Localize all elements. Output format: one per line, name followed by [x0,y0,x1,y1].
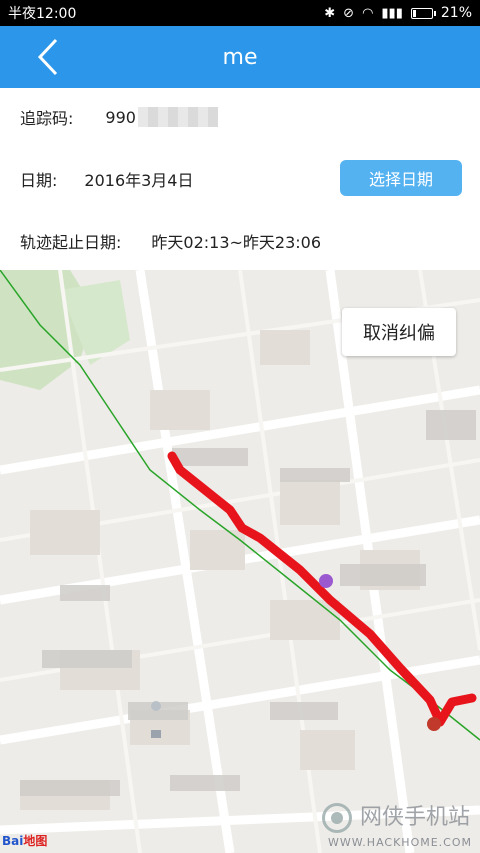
back-arrow-icon [37,38,58,76]
track-range-value: 昨天02:13~昨天23:06 [151,233,322,252]
poi-marker-hotel [151,730,161,738]
track-code-label: 追踪码: [20,109,74,128]
page-title: me [222,44,258,70]
map-view[interactable]: 取消纠偏 Bai地图 网侠手机站 WWW.HACKHOME.COM [0,270,480,853]
battery-icon [410,7,436,19]
poi-marker-pin [151,701,161,711]
site-watermark: 网侠手机站 [321,803,470,833]
baidu-logo-text: Bai [2,834,24,848]
status-time: 半夜12:00 [8,6,77,22]
track-range-label: 轨迹起止日期: [20,233,122,252]
status-bar: 半夜12:00 ✱ ⊘ ◠ ▮▮▮ 21% [0,0,480,26]
date-value: 2016年3月4日 [84,171,194,190]
map-canvas [0,270,480,853]
cancel-correction-button[interactable]: 取消纠偏 [342,308,456,356]
signal-icon: ▮▮▮ [381,5,403,21]
select-date-button[interactable]: 选择日期 [340,160,462,196]
track-code-redacted [137,107,218,127]
wifi-icon: ◠ [362,5,374,21]
end-marker [427,717,441,731]
date-row: 日期: 2016年3月4日 [20,168,194,190]
watermark-text: 网侠手机站 [359,805,470,830]
bluetooth-icon: ✱ [324,5,336,21]
track-range-row: 轨迹起止日期: 昨天02:13~昨天23:06 [20,230,321,252]
mute-icon: ⊘ [343,5,355,21]
date-label: 日期: [20,171,58,190]
battery-percent: 21% [440,5,472,21]
baidu-map-logo: Bai地图 [2,832,47,849]
status-icons: ✱ ⊘ ◠ ▮▮▮ 21% [324,5,472,21]
track-code-value: 990 [105,107,136,127]
baidu-logo-suffix: 地图 [23,834,48,848]
back-button[interactable] [30,34,70,80]
app-header: me [0,26,480,88]
track-info-panel: 追踪码: 990 日期: 2016年3月4日 选择日期 轨迹起止日期: 昨天02… [0,88,480,270]
watermark-logo-icon [321,803,352,833]
poi-marker-shop [319,574,333,588]
watermark-url: WWW.HACKHOME.COM [327,836,472,849]
track-code-row: 追踪码: 990 [20,106,218,128]
